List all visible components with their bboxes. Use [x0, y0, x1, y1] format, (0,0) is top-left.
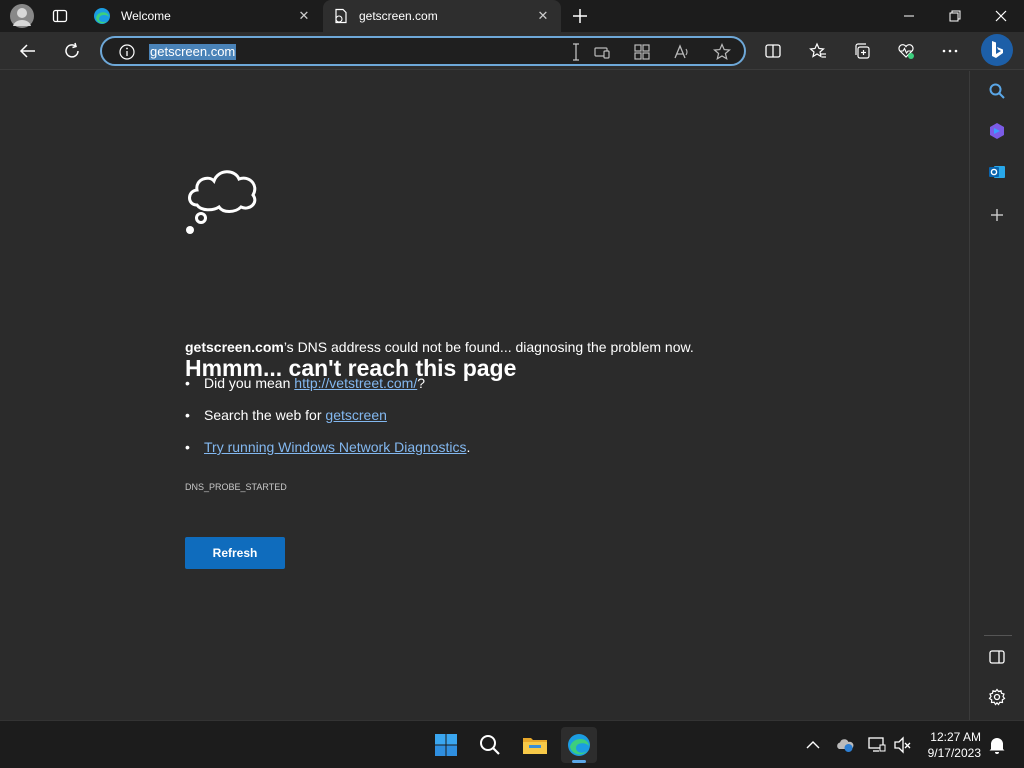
edge-icon: [94, 8, 110, 24]
sidebar-outlook[interactable]: [983, 158, 1011, 186]
speaker-muted-icon: [894, 736, 911, 754]
split-screen-icon: [765, 44, 781, 58]
sidebar-copilot[interactable]: [983, 117, 1011, 145]
suggestion-item: • Try running Windows Network Diagnostics…: [185, 439, 471, 455]
edge-sidebar: [969, 71, 1024, 720]
notifications-button[interactable]: [988, 735, 1006, 755]
address-input[interactable]: getscreen.com: [149, 44, 237, 60]
monitor-icon: [868, 737, 886, 752]
edge-icon: [568, 734, 590, 756]
arrow-left-icon: [19, 44, 35, 58]
windows-icon: [435, 734, 457, 756]
active-app-indicator: [572, 760, 586, 763]
favorites-button[interactable]: [803, 36, 833, 66]
sidebar-add[interactable]: [983, 201, 1011, 229]
onedrive-tray-icon[interactable]: [835, 735, 855, 755]
search-icon: [480, 735, 500, 755]
search-web-link[interactable]: getscreen: [325, 407, 386, 423]
error-description-text: ’s DNS address could not be found... dia…: [283, 339, 694, 355]
app-available-icon[interactable]: [593, 43, 611, 61]
copilot-button[interactable]: [981, 34, 1013, 66]
settings-more-button[interactable]: [935, 36, 965, 66]
collections-icon: [855, 43, 870, 59]
tab-label: Welcome: [121, 9, 171, 23]
collections-button[interactable]: [847, 36, 877, 66]
clock-time: 12:27 AM: [930, 730, 981, 744]
sidebar-divider: [984, 635, 1012, 636]
document-error-icon: [335, 8, 347, 24]
heart-pulse-icon: [898, 44, 914, 59]
volume-tray-icon[interactable]: [893, 735, 913, 755]
error-page: Hmmm... can't reach this page getscreen.…: [0, 71, 969, 720]
error-host: getscreen.com: [185, 339, 284, 355]
new-tab-icon[interactable]: [571, 7, 589, 25]
edge-taskbar-button[interactable]: [561, 727, 597, 763]
toolbar: getscreen.com: [0, 32, 1024, 70]
plus-icon: [991, 209, 1003, 221]
tab-getscreen[interactable]: getscreen.com ✕: [323, 0, 561, 32]
gear-icon: [988, 688, 1006, 706]
more-dots-icon: [942, 49, 958, 53]
text-cursor-icon: [573, 43, 579, 61]
clock-date: 9/17/2023: [927, 746, 981, 760]
bell-icon: [989, 738, 1005, 754]
suggestion-text: ?: [417, 375, 426, 391]
browser-essentials-button[interactable]: [891, 36, 921, 66]
error-description: getscreen.com’s DNS address could not be…: [185, 339, 694, 355]
minimize-button[interactable]: [886, 0, 932, 32]
network-tray-icon[interactable]: [867, 735, 887, 755]
split-screen-button[interactable]: [758, 36, 788, 66]
sidebar-settings[interactable]: [983, 683, 1011, 711]
suggestion-text: Did you mean: [204, 375, 295, 391]
network-diagnostics-link[interactable]: Try running Windows Network Diagnostics: [204, 439, 466, 455]
file-explorer-button[interactable]: [517, 727, 553, 763]
bing-icon: [992, 41, 1003, 58]
show-hidden-icons-button[interactable]: [805, 738, 821, 752]
favorites-icon: [809, 42, 826, 58]
hide-sidebar-icon: [989, 650, 1005, 664]
start-button[interactable]: [428, 727, 464, 763]
suggestion-item: • Search the web for getscreen: [185, 407, 387, 423]
suggestion-text: .: [466, 439, 471, 455]
refresh-button[interactable]: [57, 36, 87, 66]
thought-cloud-icon: [186, 170, 257, 234]
chevron-up-icon: [806, 741, 820, 749]
error-code: DNS_PROBE_STARTED: [185, 482, 287, 492]
folder-icon: [523, 738, 547, 754]
search-icon: [989, 83, 1005, 99]
refresh-icon: [65, 42, 79, 58]
title-bar: Welcome ✕ getscreen.com ✕: [0, 0, 1024, 32]
read-aloud-icon[interactable]: [673, 43, 691, 61]
clock[interactable]: 12:27 AM 9/17/2023: [928, 729, 981, 761]
apps-icon[interactable]: [633, 43, 651, 61]
restore-button[interactable]: [932, 0, 978, 32]
suggestion-item: • Did you mean http://vetstreet.com/?: [185, 375, 426, 391]
back-button[interactable]: [13, 36, 43, 66]
close-tab-icon[interactable]: ✕: [296, 8, 312, 24]
tab-actions-icon[interactable]: [52, 8, 68, 24]
taskbar: 12:27 AM 9/17/2023: [0, 720, 1024, 768]
outlook-icon: [989, 166, 1005, 178]
cloud-icon: [837, 739, 854, 752]
sidebar-hide[interactable]: [983, 643, 1011, 671]
suggested-url-link[interactable]: http://vetstreet.com/: [294, 375, 417, 391]
favorite-star-icon[interactable]: [713, 43, 731, 61]
refresh-button[interactable]: Refresh: [185, 537, 285, 569]
profile-avatar[interactable]: [10, 4, 34, 28]
close-tab-icon[interactable]: ✕: [535, 8, 551, 24]
tab-label: getscreen.com: [359, 9, 438, 23]
copilot-icon: [990, 123, 1004, 139]
suggestion-text: Search the web for: [204, 407, 326, 423]
close-window-button[interactable]: [978, 0, 1024, 32]
tab-welcome[interactable]: Welcome ✕: [84, 0, 322, 32]
sidebar-search[interactable]: [983, 77, 1011, 105]
search-taskbar-button[interactable]: [472, 727, 508, 763]
address-bar[interactable]: getscreen.com: [100, 36, 746, 66]
info-icon[interactable]: [118, 43, 136, 61]
